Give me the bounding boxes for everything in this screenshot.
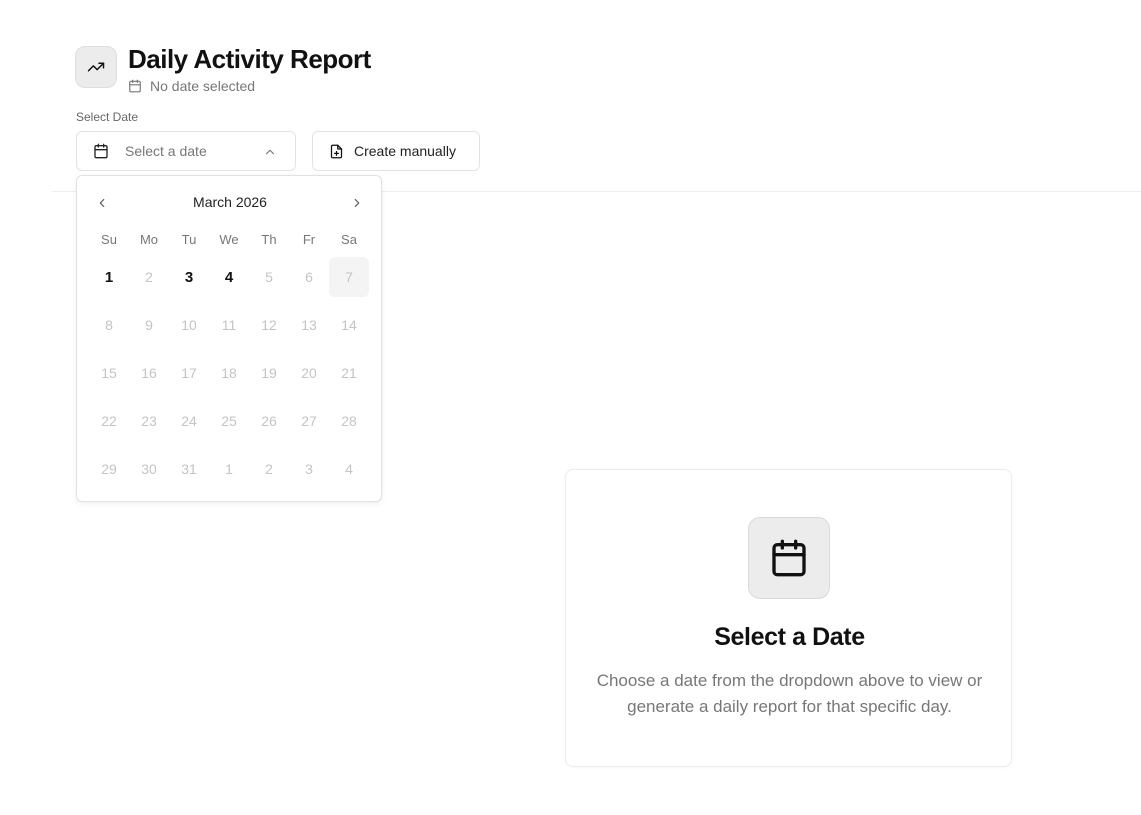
create-manually-label: Create manually [354,143,456,159]
calendar-day: 17 [181,365,197,381]
trending-up-icon [75,46,117,88]
calendar-day: 11 [221,317,237,333]
calendar-day: 7 [329,257,369,297]
chevron-left-icon[interactable] [95,196,109,210]
calendar-day[interactable]: 4 [209,257,249,297]
report-header: Daily Activity Report No date selected [75,46,371,94]
calendar-day: 22 [101,413,117,429]
calendar-day: 29 [101,461,117,477]
file-plus-icon [330,144,343,158]
calendar-day: 9 [145,317,153,333]
calendar-day[interactable]: 1 [89,257,129,297]
weekday-label: Mo [139,232,159,247]
calendar-month-label: March 2026 [193,194,267,210]
chevron-up-icon [265,149,275,155]
calendar-day: 2 [265,461,273,477]
calendar-header: March 2026 [77,190,383,216]
calendar-day: 25 [221,413,237,429]
weekday-label: Th [261,232,277,247]
calendar-popover: March 2026 Su Mo Tu We Th Fr Sa 12345678… [76,175,382,502]
chevron-right-icon[interactable] [350,196,364,210]
calendar-day[interactable]: 3 [169,257,209,297]
calendar-day: 3 [305,461,313,477]
calendar-day: 1 [225,461,233,477]
calendar-day: 14 [341,317,357,333]
calendar-day: 8 [105,317,113,333]
calendar-day: 27 [301,413,317,429]
date-status: No date selected [128,78,371,94]
calendar-icon [129,79,141,93]
calendar-day: 26 [261,413,277,429]
weekday-label: Su [101,232,117,247]
create-manually-button[interactable]: Create manually [312,131,480,171]
page: Daily Activity Report No date selected S… [0,0,1141,815]
calendar-day: 24 [181,413,197,429]
calendar-day: 16 [141,365,157,381]
page-title: Daily Activity Report [128,44,371,74]
weekday-label: Fr [302,232,316,247]
calendar-day: 2 [145,269,153,285]
header-text: Daily Activity Report No date selected [128,46,371,94]
calendar-day: 12 [261,317,277,333]
calendar-day: 19 [261,365,277,381]
calendar-day: 20 [301,365,317,381]
weekday-row: Su Mo Tu We Th Fr Sa [89,232,369,247]
select-date-label: Select Date [76,110,139,124]
calendar-icon [748,517,830,599]
date-status-text: No date selected [150,78,256,94]
calendar-day: 10 [181,317,197,333]
weekday-label: We [219,232,239,247]
date-select-placeholder: Select a date [125,143,207,159]
weekday-label: Tu [181,232,197,247]
empty-state-description: Choose a date from the dropdown above to… [596,671,983,716]
date-select-trigger[interactable]: Select a date [76,131,296,171]
calendar-day: 30 [141,461,157,477]
calendar-day: 31 [181,461,197,477]
calendar-day: 23 [141,413,157,429]
empty-state-title: Select a Date [714,623,865,651]
empty-state-card: Select a Date Choose a date from the dro… [565,469,1012,767]
calendar-day: 21 [341,365,357,381]
calendar-day: 28 [341,413,357,429]
calendar-day: 15 [101,365,117,381]
calendar-day: 4 [345,461,353,477]
calendar-icon [94,143,108,159]
weekday-label: Sa [341,232,357,247]
calendar-day: 5 [265,269,273,285]
calendar-day: 18 [221,365,237,381]
calendar-day: 6 [305,269,313,285]
calendar-grid: 1 2 3 4 5 6 7 8 9 10 11 12 13 14 15 16 17 18 19 20 21 22 23 24 2… [89,257,369,497]
calendar-day: 13 [301,317,317,333]
